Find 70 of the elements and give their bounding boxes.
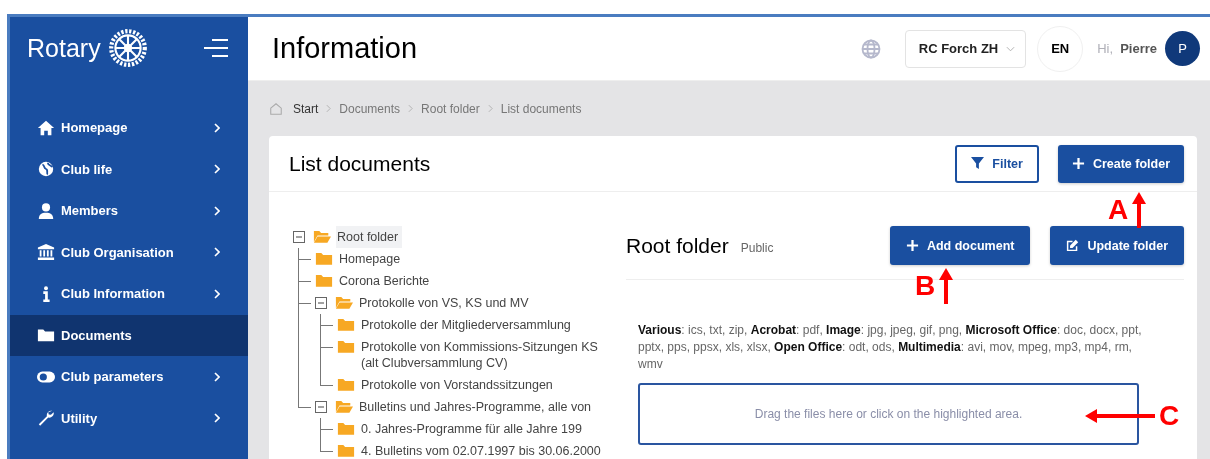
tree-item[interactable]: 0. Jahres-Programme für alle Jahre 199	[360, 418, 586, 440]
folder-icon	[337, 443, 355, 458]
sidebar-item[interactable]: Homepage	[10, 107, 248, 149]
collapse-toggle[interactable]	[315, 297, 327, 309]
greeting-text: Hi,	[1097, 41, 1114, 56]
tree-item[interactable]: Homepage	[338, 248, 405, 270]
sidebar-item[interactable]: Utility	[10, 397, 248, 439]
caret-down-icon	[1006, 45, 1016, 52]
collapse-toggle[interactable]	[315, 401, 327, 413]
breadcrumb-link[interactable]: Root folder	[421, 101, 480, 116]
sidebar-item[interactable]: Club Information	[10, 273, 248, 315]
language-button[interactable]: EN	[1037, 25, 1084, 72]
globe-icon	[37, 160, 55, 179]
sidebar-item[interactable]: Club life	[10, 148, 248, 190]
update-folder-button[interactable]: Update folder	[1050, 226, 1184, 265]
annotation-letter: A	[1108, 196, 1129, 224]
sidebar-item[interactable]: Members	[10, 190, 248, 232]
tree-item[interactable]: 4. Bulletins vom 02.07.1997 bis 30.06.2000	[360, 440, 605, 459]
folder-icon	[337, 421, 355, 436]
chevron-right-icon	[487, 104, 493, 113]
breadcrumb-link[interactable]: Start	[293, 101, 319, 116]
brand-name: Rotary	[27, 33, 101, 63]
home-icon	[37, 118, 55, 137]
chevron-right-icon	[408, 104, 414, 113]
wheel-logo-icon	[106, 27, 149, 69]
edit-icon	[1066, 239, 1080, 252]
bank-icon	[37, 243, 55, 262]
tree-item[interactable]: Bulletins und Jahres-Programme, alle von	[358, 396, 596, 418]
breadcrumb-link[interactable]: Documents	[339, 101, 401, 116]
sidebar-item[interactable]: Documents	[10, 314, 248, 356]
folder-icon	[337, 339, 355, 354]
tree-item[interactable]: Corona Berichte	[338, 270, 434, 292]
create-folder-button[interactable]: Create folder	[1057, 144, 1184, 183]
plus-icon	[1071, 157, 1085, 170]
open-folder-icon	[335, 295, 353, 310]
file-types-text: Various: ics, txt, zip, Acrobat: pdf, Image: jpg, jpeg, gif, png, Microsoft Office: doc, docx, ppt, pptx, pps, ppsx, xls, xlsx, Open Office: odt, ods, Multimedia: avi, mov, mpeg, mp3, mp4, rm, wmv	[638, 322, 1143, 373]
folder-icon	[315, 251, 333, 266]
collapse-toggle[interactable]	[293, 231, 305, 243]
tree-item[interactable]: Protokolle von VS, KS und MV	[358, 292, 533, 314]
user-icon	[37, 201, 55, 220]
add-document-button[interactable]: Add document	[889, 226, 1031, 265]
visibility-label: Public	[740, 240, 774, 255]
folder-title: Root folder	[626, 233, 729, 258]
card-title: List documents	[289, 151, 431, 176]
annotation-letter: C	[1159, 402, 1180, 430]
page-title: Information	[272, 32, 418, 65]
annotation-arrow	[939, 268, 954, 304]
tree-item[interactable]: Protokolle von Kommissions-Sitzungen KS (alt Clubversammlung CV)	[360, 336, 608, 374]
folder-icon	[315, 273, 333, 288]
club-dropdown[interactable]: RC Forch ZH	[904, 29, 1027, 68]
user-name: Pierre	[1120, 41, 1157, 56]
menu-icon[interactable]	[204, 39, 228, 57]
plus-icon	[905, 239, 919, 252]
open-folder-icon	[313, 229, 331, 244]
sidebar-item[interactable]: Club parameters	[10, 356, 248, 398]
filter-button[interactable]: Filter	[955, 144, 1039, 183]
annotation-letter: B	[915, 272, 936, 300]
folder-icon	[337, 317, 355, 332]
annotation-arrow	[1085, 409, 1155, 423]
chevron-right-icon	[326, 104, 332, 113]
tree-item[interactable]: Root folder	[336, 226, 403, 248]
user-avatar[interactable]: P	[1165, 31, 1200, 66]
annotation-arrow	[1132, 192, 1147, 228]
filter-icon	[971, 157, 985, 170]
open-folder-icon	[335, 399, 353, 414]
wrench-icon	[37, 409, 55, 428]
sidebar-item[interactable]: Club Organisation	[10, 231, 248, 273]
tree-item[interactable]: Protokolle von Vorstandssitzungen	[360, 374, 557, 396]
folder-icon	[337, 377, 355, 392]
tree-item[interactable]: Protokolle der Mitgliederversammlung	[360, 314, 575, 336]
